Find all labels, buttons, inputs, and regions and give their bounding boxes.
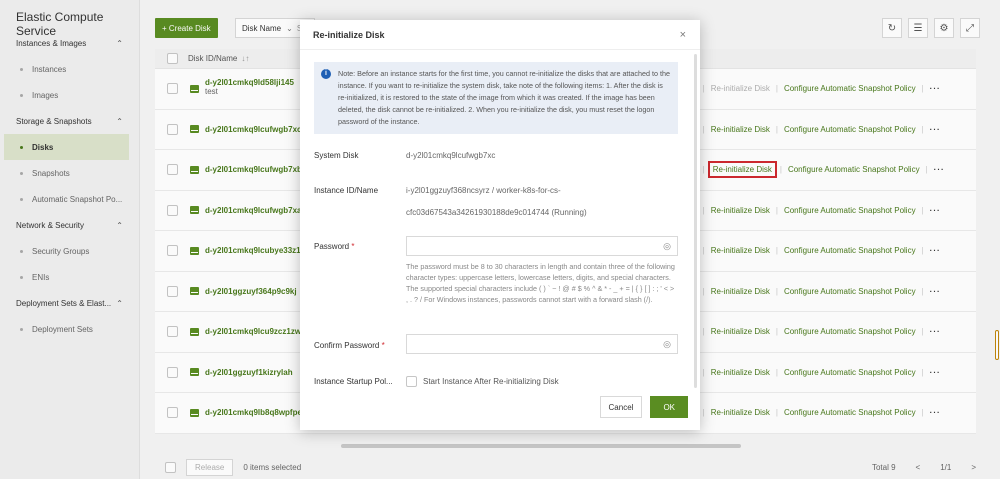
eye-off-icon[interactable]: ◎ — [663, 241, 671, 252]
instance-value-line2: cfc03d67543a34261930188de9c014744 (Runni… — [406, 208, 587, 217]
ok-button[interactable]: OK — [650, 396, 688, 418]
eye-off-icon[interactable]: ◎ — [663, 339, 671, 350]
reinitialize-disk-dialog: Re-initialize Disk × i Note: Before an i… — [300, 20, 700, 430]
dialog-header: Re-initialize Disk × — [300, 20, 700, 50]
password-label: Password * — [314, 242, 355, 251]
system-disk-value: d-y2l01cmkq9lcufwgb7xc — [406, 151, 496, 160]
info-icon: i — [321, 69, 331, 79]
checkbox[interactable] — [406, 376, 417, 387]
password-hint: The password must be 8 to 30 characters … — [406, 262, 675, 304]
confirm-password-label: Confirm Password * — [314, 341, 385, 350]
dialog-title: Re-initialize Disk — [313, 29, 385, 40]
confirm-password-input[interactable]: ◎ — [406, 334, 678, 354]
info-notice: i Note: Before an instance starts for th… — [314, 62, 678, 134]
close-icon[interactable]: × — [680, 29, 686, 41]
startup-policy-label: Instance Startup Pol... — [314, 377, 393, 386]
start-instance-checkbox[interactable]: Start Instance After Re-initializing Dis… — [406, 376, 559, 387]
instance-value-line1: i-y2l01ggzuyf368ncsyrz / worker-k8s-for-… — [406, 186, 561, 195]
system-disk-label: System Disk — [314, 151, 359, 160]
dialog-footer: Cancel OK — [599, 396, 688, 418]
dialog-scrollbar[interactable] — [694, 54, 697, 388]
instance-label: Instance ID/Name — [314, 186, 379, 195]
password-input[interactable]: ◎ — [406, 236, 678, 256]
cancel-button[interactable]: Cancel — [599, 396, 643, 418]
